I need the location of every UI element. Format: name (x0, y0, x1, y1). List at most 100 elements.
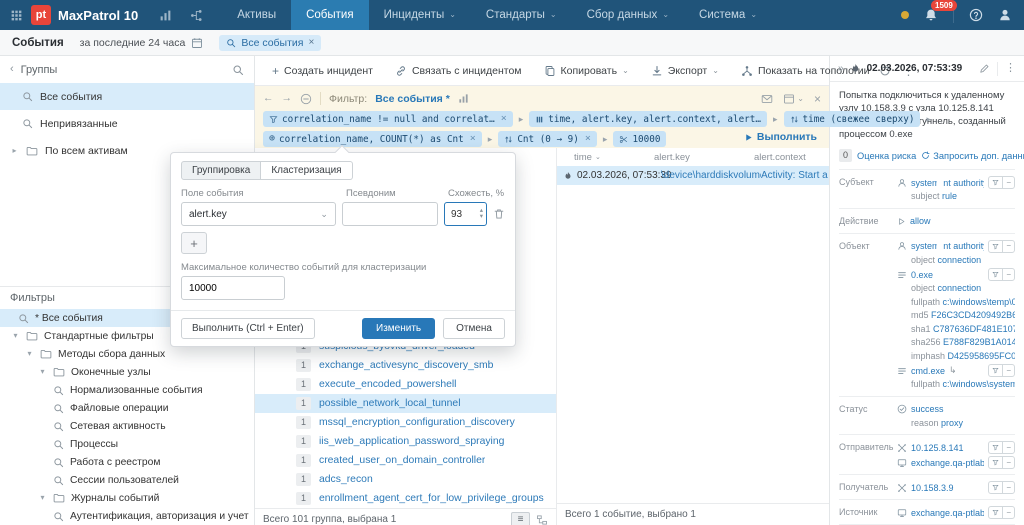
close-icon[interactable]: × (585, 134, 591, 144)
add-field-button[interactable]: + (181, 232, 207, 254)
filter-include-icon[interactable] (989, 507, 1002, 518)
chevron-down-icon[interactable]: ▾ (25, 350, 34, 358)
group-by-token[interactable]: ⊕ correlation_name, COUNT(*) as Cnt × (263, 131, 482, 147)
nav-assets[interactable]: Активы (222, 0, 291, 30)
group-row[interactable]: 1 iis_web_application_password_spraying (255, 432, 556, 451)
notifications-bell-icon[interactable]: 1509 (924, 0, 957, 22)
group-row[interactable]: 1 adcs_recon (255, 470, 556, 489)
clear-filter-icon[interactable] (300, 92, 312, 104)
close-icon[interactable]: × (814, 93, 821, 105)
topology-branch-icon[interactable] (190, 9, 203, 22)
filter-exclude-icon[interactable]: − (1002, 442, 1014, 454)
filter-include-icon[interactable] (989, 442, 1002, 453)
risk-score-link[interactable]: Оценка риска (857, 151, 916, 161)
execute-button[interactable]: Выполнить (Ctrl + Enter) (181, 318, 315, 339)
statistics-icon[interactable] (458, 93, 469, 105)
history-forward-icon[interactable]: → (282, 93, 293, 104)
number-stepper[interactable]: ▴ ▾ (480, 207, 483, 221)
group-row[interactable]: 1 mssql_encryption_configuration_discover… (255, 413, 556, 432)
chevron-down-icon[interactable]: ▾ (38, 494, 47, 502)
filter-exclude-icon[interactable]: − (1002, 365, 1014, 377)
step-down-icon[interactable]: ▾ (480, 213, 483, 221)
chevron-right-icon[interactable]: ▸ (10, 146, 19, 155)
history-back-icon[interactable]: ← (263, 93, 274, 104)
limit-token[interactable]: 10000 (613, 131, 667, 147)
tab-clustering[interactable]: Кластеризация (261, 161, 353, 180)
delete-row-trash-icon[interactable] (493, 208, 505, 220)
filter-include-icon[interactable] (989, 457, 1002, 468)
nav-data-collection[interactable]: Сбор данных ⌄ (572, 0, 684, 30)
link-incident-button[interactable]: Связать с инцидентом (386, 65, 531, 77)
chevron-down-icon[interactable]: ▾ (11, 332, 20, 340)
group-row-selected[interactable]: 1 possible_network_local_tunnel (255, 394, 556, 413)
select-columns-token[interactable]: time, alert.key, alert.context, alert… (529, 111, 767, 127)
mail-icon[interactable] (761, 92, 773, 104)
filter-item-registry[interactable]: Работа с реестром (0, 453, 254, 471)
time-range-selector[interactable]: за последние 24 часа (80, 37, 204, 49)
run-query-button[interactable]: Выполнить (744, 131, 817, 143)
chevron-down-icon[interactable]: ▾ (38, 368, 47, 376)
collapse-right-icon[interactable]: » (838, 63, 844, 74)
group-row[interactable]: 1 enrollment_agent_cert_for_low_privilege… (255, 489, 556, 508)
sort-cnt-token[interactable]: Cnt (0 → 9) × (498, 131, 597, 147)
filter-include-icon[interactable] (989, 241, 1002, 252)
close-icon[interactable]: × (470, 134, 476, 144)
apply-button[interactable]: Изменить (362, 318, 436, 339)
event-field-select[interactable]: alert.key ⌄ (181, 202, 336, 226)
group-row[interactable]: 1 created_user_on_domain_controller (255, 451, 556, 470)
column-time[interactable]: time ⌄ (557, 152, 654, 163)
alias-input[interactable] (341, 202, 438, 226)
column-alert-context[interactable]: alert.context (754, 152, 829, 163)
column-alert-key[interactable]: alert.key (654, 152, 754, 163)
nav-incidents[interactable]: Инциденты ⌄ (369, 0, 471, 30)
edit-pencil-icon[interactable] (979, 63, 990, 75)
filter-item-file-ops[interactable]: Файловые операции (0, 399, 254, 417)
copy-button[interactable]: Копировать ⌄ (535, 65, 638, 77)
where-token[interactable]: correlation_name != null and correlat… × (263, 111, 513, 127)
save-filter-icon[interactable]: ⌄ (783, 92, 804, 104)
filter-item-processes[interactable]: Процессы (0, 435, 254, 453)
active-filter-tag[interactable]: Все события × (219, 34, 322, 51)
user-profile-icon[interactable] (998, 8, 1012, 22)
filter-exclude-icon[interactable]: − (1002, 240, 1014, 252)
filter-item-network[interactable]: Сетевая активность (0, 417, 254, 435)
request-data-link[interactable]: Запросить доп. данные (921, 151, 1024, 161)
filter-item-sessions[interactable]: Сессии пользователей (0, 471, 254, 489)
collapse-left-icon[interactable]: ‹ (10, 64, 14, 75)
filter-item-normalized[interactable]: Нормализованные события (0, 381, 254, 399)
nav-standards[interactable]: Стандарты ⌄ (471, 0, 572, 30)
filter-item-auth[interactable]: Аутентификация, авторизация и учет (0, 507, 254, 525)
create-incident-button[interactable]: + Создать инцидент (263, 65, 382, 77)
help-icon[interactable] (969, 8, 983, 22)
filter-folder-collection-methods[interactable]: ▾ Методы сбора данных (0, 345, 254, 363)
filter-include-icon[interactable] (989, 177, 1002, 188)
filter-exclude-icon[interactable]: − (1002, 177, 1014, 189)
filter-folder-endpoints[interactable]: ▾ Оконечные узлы (0, 363, 254, 381)
nav-system[interactable]: Система ⌄ (684, 0, 772, 30)
close-icon[interactable]: × (308, 37, 314, 48)
tree-view-icon[interactable] (536, 514, 548, 525)
event-row-selected[interactable]: 02.03.2026, 07:53:39 \device\harddiskvol… (557, 166, 829, 185)
list-view-icon[interactable]: ≡ (511, 512, 530, 525)
filter-folder-event-logs[interactable]: ▾ Журналы событий (0, 489, 254, 507)
filter-exclude-icon[interactable]: − (1002, 269, 1014, 281)
filter-include-icon[interactable] (989, 269, 1002, 280)
dashboard-chart-icon[interactable] (159, 9, 172, 22)
filter-include-icon[interactable] (989, 365, 1002, 376)
nav-events[interactable]: События (291, 0, 369, 30)
app-grid-icon[interactable] (10, 9, 23, 22)
filter-exclude-icon[interactable]: − (1002, 457, 1014, 469)
similarity-input[interactable]: 93 ▴ ▾ (443, 202, 487, 226)
more-options-icon[interactable]: ⋮ (1005, 63, 1016, 74)
tab-grouping[interactable]: Группировка (181, 161, 262, 180)
export-button[interactable]: Экспорт ⌄ (642, 65, 728, 77)
filter-include-icon[interactable] (989, 482, 1002, 493)
filter-exclude-icon[interactable]: − (1002, 507, 1014, 519)
group-item-unbound[interactable]: Непривязанные (0, 110, 254, 137)
max-events-input[interactable] (181, 276, 285, 300)
close-icon[interactable]: × (501, 114, 507, 124)
filter-name[interactable]: Все события * (375, 93, 450, 105)
group-item-all-events[interactable]: Все события (0, 83, 254, 110)
cancel-button[interactable]: Отмена (443, 318, 505, 339)
sort-time-token[interactable]: time (свежее сверху) (783, 111, 921, 127)
